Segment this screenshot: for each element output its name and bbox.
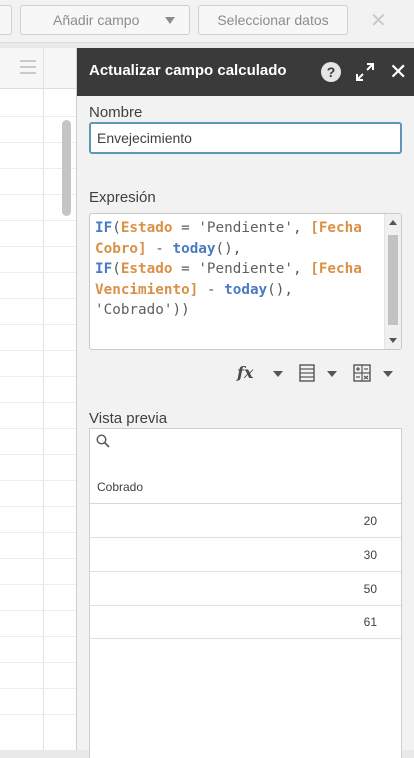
expr-paren: ( — [112, 220, 121, 236]
column-menu-icon[interactable] — [20, 60, 36, 78]
table-row: 61 — [90, 605, 401, 639]
panel-title: Actualizar campo calculado — [89, 62, 287, 79]
table-row: 50 — [90, 572, 401, 606]
operators-icon — [353, 364, 371, 382]
grid-header — [0, 48, 76, 89]
grid-row-line — [0, 402, 76, 403]
toolbar-partial-button[interactable] — [0, 5, 12, 35]
grid-row-line — [0, 636, 76, 637]
expression-code: IF(Estado = 'Pendiente', [Fecha Cobro] -… — [95, 218, 380, 321]
grid-row-line — [0, 246, 76, 247]
expr-operator: = — [172, 261, 199, 277]
expr-tail: (), — [267, 281, 293, 298]
name-label: Nombre — [89, 104, 143, 121]
expr-field: Estado — [120, 261, 173, 277]
grid-row-line — [0, 584, 76, 585]
chevron-down-icon — [383, 371, 393, 377]
chevron-down-icon — [273, 371, 283, 377]
grid-row-line — [0, 220, 76, 221]
table-cell: 61 — [363, 615, 377, 629]
expr-operator: - — [146, 240, 173, 257]
grid-row-line — [0, 714, 76, 715]
grid-row-line — [0, 324, 76, 325]
grid-row-line — [0, 454, 76, 455]
grid-row-line — [0, 116, 76, 117]
table-row: 30 — [90, 538, 401, 572]
expr-string: 'Cobrado' — [95, 302, 173, 318]
expr-operator: - — [198, 281, 225, 298]
close-icon[interactable]: ✕ — [389, 59, 407, 85]
expr-keyword: IF — [95, 220, 113, 236]
expand-icon[interactable] — [354, 61, 376, 83]
expr-field: Cobro] — [95, 240, 147, 257]
scroll-up-icon[interactable] — [389, 220, 397, 225]
expr-keyword: IF — [95, 261, 113, 277]
grid-row-line — [0, 610, 76, 611]
chevron-down-icon — [327, 371, 337, 377]
expr-tail: (), — [215, 240, 242, 257]
grid-row-line — [0, 688, 76, 689]
table-cell: 20 — [363, 514, 377, 528]
help-icon[interactable]: ? — [321, 62, 341, 82]
expr-tail: )) — [172, 302, 190, 318]
search-icon[interactable] — [96, 434, 110, 448]
expr-field: [Fecha — [310, 261, 362, 277]
expr-string: 'Pendiente' — [198, 261, 293, 277]
expr-field: [Fecha — [310, 220, 362, 236]
add-field-button[interactable]: Añadir campo — [20, 5, 190, 35]
panel-header: Actualizar campo calculado ? ✕ — [77, 48, 414, 96]
expr-comma: , — [293, 220, 311, 236]
operators-tool-button[interactable] — [353, 363, 397, 385]
expression-label: Expresión — [89, 189, 156, 206]
expr-comma: , — [293, 261, 311, 277]
field-list-tool-button[interactable] — [299, 363, 341, 385]
grid-row-line — [0, 298, 76, 299]
grid-column-divider — [43, 48, 44, 750]
expr-function: today — [172, 240, 216, 257]
expression-editor[interactable]: IF(Estado = 'Pendiente', [Fecha Cobro] -… — [89, 213, 402, 350]
preview-column-header[interactable]: Cobrado — [97, 480, 143, 494]
grid-row-line — [0, 662, 76, 663]
table-cell: 50 — [363, 582, 377, 596]
grid-row-line — [0, 272, 76, 273]
expr-paren: ( — [112, 261, 121, 277]
expr-field: Vencimiento] — [95, 281, 199, 298]
preview-table: Cobrado 20 30 50 61 — [89, 428, 402, 758]
grid-row-line — [0, 506, 76, 507]
grid-scrollbar[interactable] — [62, 120, 71, 216]
grid-row-line — [0, 428, 76, 429]
table-icon — [299, 364, 315, 382]
grid-row-line — [0, 532, 76, 533]
top-toolbar: Añadir campo Seleccionar datos ✕ — [0, 0, 414, 43]
scroll-thumb[interactable] — [388, 235, 398, 325]
data-grid-background — [0, 48, 76, 750]
table-row: 20 — [90, 504, 401, 538]
expr-field: Estado — [120, 220, 173, 236]
grid-row-line — [0, 480, 76, 481]
select-data-button[interactable]: Seleccionar datos — [198, 5, 348, 35]
grid-row-line — [0, 558, 76, 559]
preview-label: Vista previa — [89, 410, 168, 427]
scroll-down-icon[interactable] — [389, 338, 397, 343]
toolbar-close-icon[interactable]: ✕ — [370, 8, 387, 33]
function-tool-button[interactable]: fx — [237, 363, 287, 385]
grid-row-line — [0, 350, 76, 351]
table-cell: 30 — [363, 548, 377, 562]
name-input[interactable] — [89, 122, 402, 154]
expr-string: 'Pendiente' — [198, 220, 293, 236]
calculated-field-panel: Actualizar campo calculado ? ✕ Nombre Ex… — [76, 48, 414, 758]
expression-scrollbar[interactable] — [384, 214, 401, 349]
expr-operator: = — [172, 220, 199, 236]
select-data-label: Seleccionar datos — [217, 12, 329, 28]
expr-function: today — [224, 281, 268, 298]
function-icon: fx — [237, 363, 254, 382]
chevron-down-icon — [165, 17, 175, 24]
grid-row-line — [0, 376, 76, 377]
add-field-label: Añadir campo — [53, 12, 140, 28]
